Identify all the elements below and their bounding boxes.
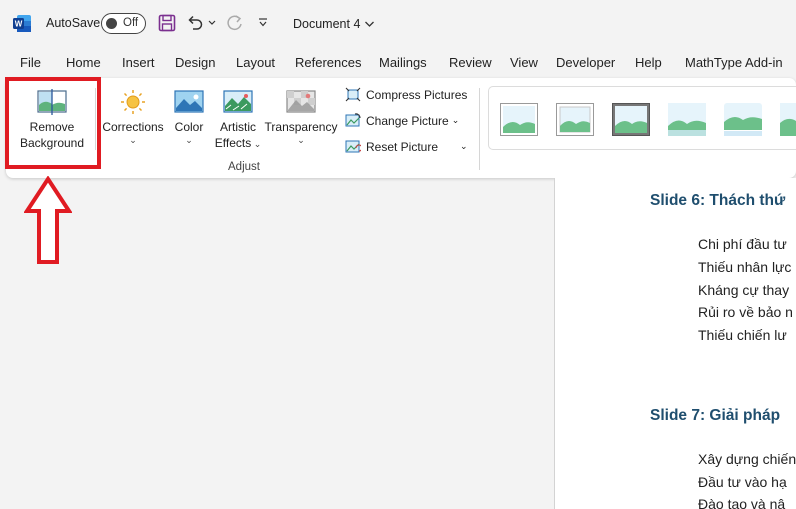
- corrections-dropdown-icon: ⌄: [129, 135, 137, 145]
- compress-pictures-label: Compress Pictures: [366, 87, 468, 102]
- picture-style-thumb[interactable]: [556, 103, 594, 136]
- title-bar: W AutoSave Off Document 4: [0, 0, 796, 46]
- picture-style-thumb[interactable]: [500, 103, 538, 136]
- slide6-heading: Slide 6: Thách thứ: [650, 192, 786, 209]
- transparency-dropdown-icon: ⌄: [297, 135, 305, 145]
- artistic-dropdown-icon: ⌄: [251, 139, 262, 149]
- slide6-line: Chi phí đầu tư: [698, 236, 787, 252]
- autosave-state: Off: [123, 17, 139, 29]
- tab-mailings[interactable]: Mailings: [379, 55, 427, 70]
- undo-dropdown-icon[interactable]: [207, 19, 217, 27]
- picture-style-thumb[interactable]: [668, 103, 706, 136]
- slide7-line: Đào tạo và nâ: [698, 496, 786, 509]
- slide6-line: Rủi ro về bảo n: [698, 304, 793, 320]
- artistic-effects-label-1: Artistic: [220, 120, 256, 134]
- highlight-box: [5, 77, 101, 169]
- artistic-effects-button[interactable]: Artistic Effects ⌄: [212, 88, 264, 152]
- color-picture-icon: [174, 90, 204, 113]
- corrections-label: Corrections: [102, 120, 164, 134]
- autosave-label: AutoSave: [46, 16, 101, 30]
- color-button[interactable]: Color ⌄: [166, 88, 212, 145]
- autosave-toggle[interactable]: Off: [101, 13, 146, 34]
- tab-developer[interactable]: Developer: [556, 55, 615, 70]
- tab-insert[interactable]: Insert: [122, 55, 155, 70]
- tab-mathtype[interactable]: MathType Add-in: [685, 55, 783, 70]
- customize-toolbar-icon[interactable]: [257, 17, 269, 29]
- picture-style-thumb[interactable]: [612, 103, 650, 136]
- compress-pictures-button[interactable]: Compress Pictures: [345, 87, 467, 102]
- reset-picture-label: Reset Picture: [366, 139, 439, 154]
- color-dropdown-icon: ⌄: [185, 135, 193, 145]
- tab-help[interactable]: Help: [635, 55, 662, 70]
- tab-design[interactable]: Design: [175, 55, 215, 70]
- reset-picture-button[interactable]: Reset Picture ⌄: [345, 139, 468, 154]
- slide7-line: Xây dựng chiến: [698, 451, 796, 467]
- tab-home[interactable]: Home: [66, 55, 101, 70]
- color-label: Color: [174, 120, 204, 134]
- chevron-down-icon: [365, 21, 375, 27]
- reset-picture-icon: [345, 140, 361, 153]
- up-arrow-annotation: [24, 176, 72, 264]
- document-title-text: Document 4: [293, 17, 361, 31]
- svg-text:W: W: [15, 20, 23, 29]
- picture-style-thumb[interactable]: [780, 103, 796, 136]
- adjust-group-label: Adjust: [228, 161, 260, 173]
- document-page: Slide 6: Thách thứ Chi phí đầu tư Thiếu …: [554, 178, 796, 509]
- undo-icon[interactable]: [186, 14, 204, 32]
- slide7-heading: Slide 7: Giải pháp: [650, 407, 781, 424]
- tab-review[interactable]: Review: [449, 55, 492, 70]
- toggle-knob: [106, 18, 117, 29]
- tab-file[interactable]: File: [20, 55, 41, 70]
- change-picture-icon: [345, 113, 361, 127]
- document-title[interactable]: Document 4: [293, 17, 375, 31]
- redo-icon[interactable]: [225, 14, 245, 32]
- ribbon-tabs: File Home Insert Design Layout Reference…: [0, 50, 796, 76]
- compress-icon: [345, 87, 361, 102]
- tab-view[interactable]: View: [510, 55, 538, 70]
- picture-style-thumb[interactable]: [724, 103, 762, 136]
- slide6-line: Thiếu nhân lực: [698, 259, 792, 275]
- save-icon[interactable]: [158, 14, 176, 32]
- tab-layout[interactable]: Layout: [236, 55, 275, 70]
- transparency-icon: [286, 90, 316, 113]
- slide6-line: Thiếu chiến lư: [698, 327, 787, 343]
- change-picture-button[interactable]: Change Picture ⌄: [345, 113, 459, 128]
- tab-references[interactable]: References: [295, 55, 361, 70]
- change-picture-dropdown-icon: ⌄: [451, 115, 460, 125]
- slide6-line: Kháng cự thay: [698, 282, 790, 298]
- change-picture-label: Change Picture: [366, 113, 449, 128]
- transparency-label: Transparency: [264, 120, 338, 134]
- artistic-effects-icon: [223, 90, 253, 113]
- sun-icon: [121, 90, 145, 114]
- corrections-button[interactable]: Corrections ⌄: [100, 88, 166, 145]
- reset-picture-dropdown-icon: ⌄: [460, 141, 468, 151]
- artistic-effects-label-2: Effects: [214, 136, 252, 150]
- slide7-line: Đầu tư vào hạ: [698, 474, 787, 490]
- transparency-button[interactable]: Transparency ⌄: [264, 88, 338, 145]
- word-logo-icon: W: [13, 15, 31, 32]
- ribbon-separator: [479, 88, 480, 170]
